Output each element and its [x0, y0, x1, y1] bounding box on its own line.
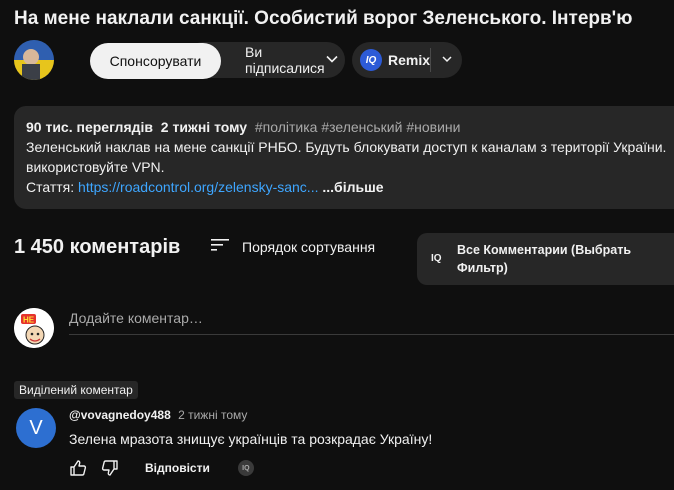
iq-filter-label-line1: Все Комментарии (Выбрать	[457, 243, 632, 257]
description-box[interactable]: 90 тис. переглядів 2 тижні тому #політик…	[14, 106, 674, 209]
chevron-down-icon	[441, 52, 453, 68]
sponsor-button[interactable]: Спонсорувати	[90, 43, 221, 79]
dislike-icon[interactable]	[99, 457, 121, 479]
article-link[interactable]: https://roadcontrol.org/zelensky-sanc...	[78, 179, 318, 195]
comment-author-avatar[interactable]: V	[16, 408, 56, 448]
remix-button-group: IQ Remix	[352, 42, 462, 78]
comment-header: @vovagnedoy488 2 тижні тому	[69, 408, 247, 422]
video-title: На мене наклали санкції. Особистий ворог…	[14, 8, 633, 29]
channel-avatar[interactable]	[14, 40, 54, 80]
remix-button[interactable]: IQ Remix	[352, 42, 430, 78]
chevron-down-icon	[325, 52, 339, 69]
sort-icon	[210, 237, 230, 256]
comment-actions: Відповісти IQ	[67, 457, 254, 479]
comment-author[interactable]: @vovagnedoy488	[69, 408, 171, 422]
comment-text: Зелена мразота знищує українців та розкр…	[69, 431, 433, 447]
current-user-avatar: НЕ	[14, 308, 54, 348]
article-line: Стаття: https://roadcontrol.org/zelensky…	[26, 177, 674, 197]
iq-filter-label: Все Комментарии (Выбрать Фильтр)	[457, 241, 631, 277]
iq-logo-icon: IQ	[360, 49, 382, 71]
reply-button[interactable]: Відповісти	[145, 461, 210, 475]
view-count: 90 тис. переглядів	[26, 119, 153, 135]
iq-filter-label-line2: Фильтр)	[457, 261, 508, 275]
add-comment-input[interactable]: Додайте коментар…	[69, 310, 674, 335]
description-line-2: використовуйте VPN.	[26, 159, 165, 175]
like-icon[interactable]	[67, 457, 89, 479]
pinned-comment-badge: Виділений коментар	[14, 381, 138, 399]
comment-time[interactable]: 2 тижні тому	[178, 408, 247, 422]
upload-age: 2 тижні тому	[160, 119, 248, 135]
remix-label: Remix	[387, 52, 430, 68]
description-line-1: Зеленський наклав на мене санкції РНБО. …	[26, 139, 667, 155]
sort-label: Порядок сортування	[242, 238, 376, 255]
comments-count: 1 450 коментарів	[14, 236, 181, 258]
remix-menu-button[interactable]	[431, 52, 462, 68]
video-meta: 90 тис. переглядів 2 тижні тому #політик…	[26, 117, 674, 137]
article-label: Стаття:	[26, 179, 75, 195]
iq-logo-icon: IQ	[431, 250, 445, 268]
iq-mini-icon[interactable]: IQ	[237, 460, 254, 476]
sort-button[interactable]: Порядок сортування	[210, 237, 375, 256]
hashtags[interactable]: #політика #зеленський #новини	[255, 119, 461, 135]
svg-text:НЕ: НЕ	[23, 316, 35, 325]
show-more-button[interactable]: ...більше	[322, 179, 383, 195]
subscribed-label: Ви підписалися	[245, 44, 325, 76]
svg-text:IQ: IQ	[431, 253, 442, 263]
iq-comment-filter-button[interactable]: IQ Все Комментарии (Выбрать Фильтр)	[417, 233, 674, 285]
